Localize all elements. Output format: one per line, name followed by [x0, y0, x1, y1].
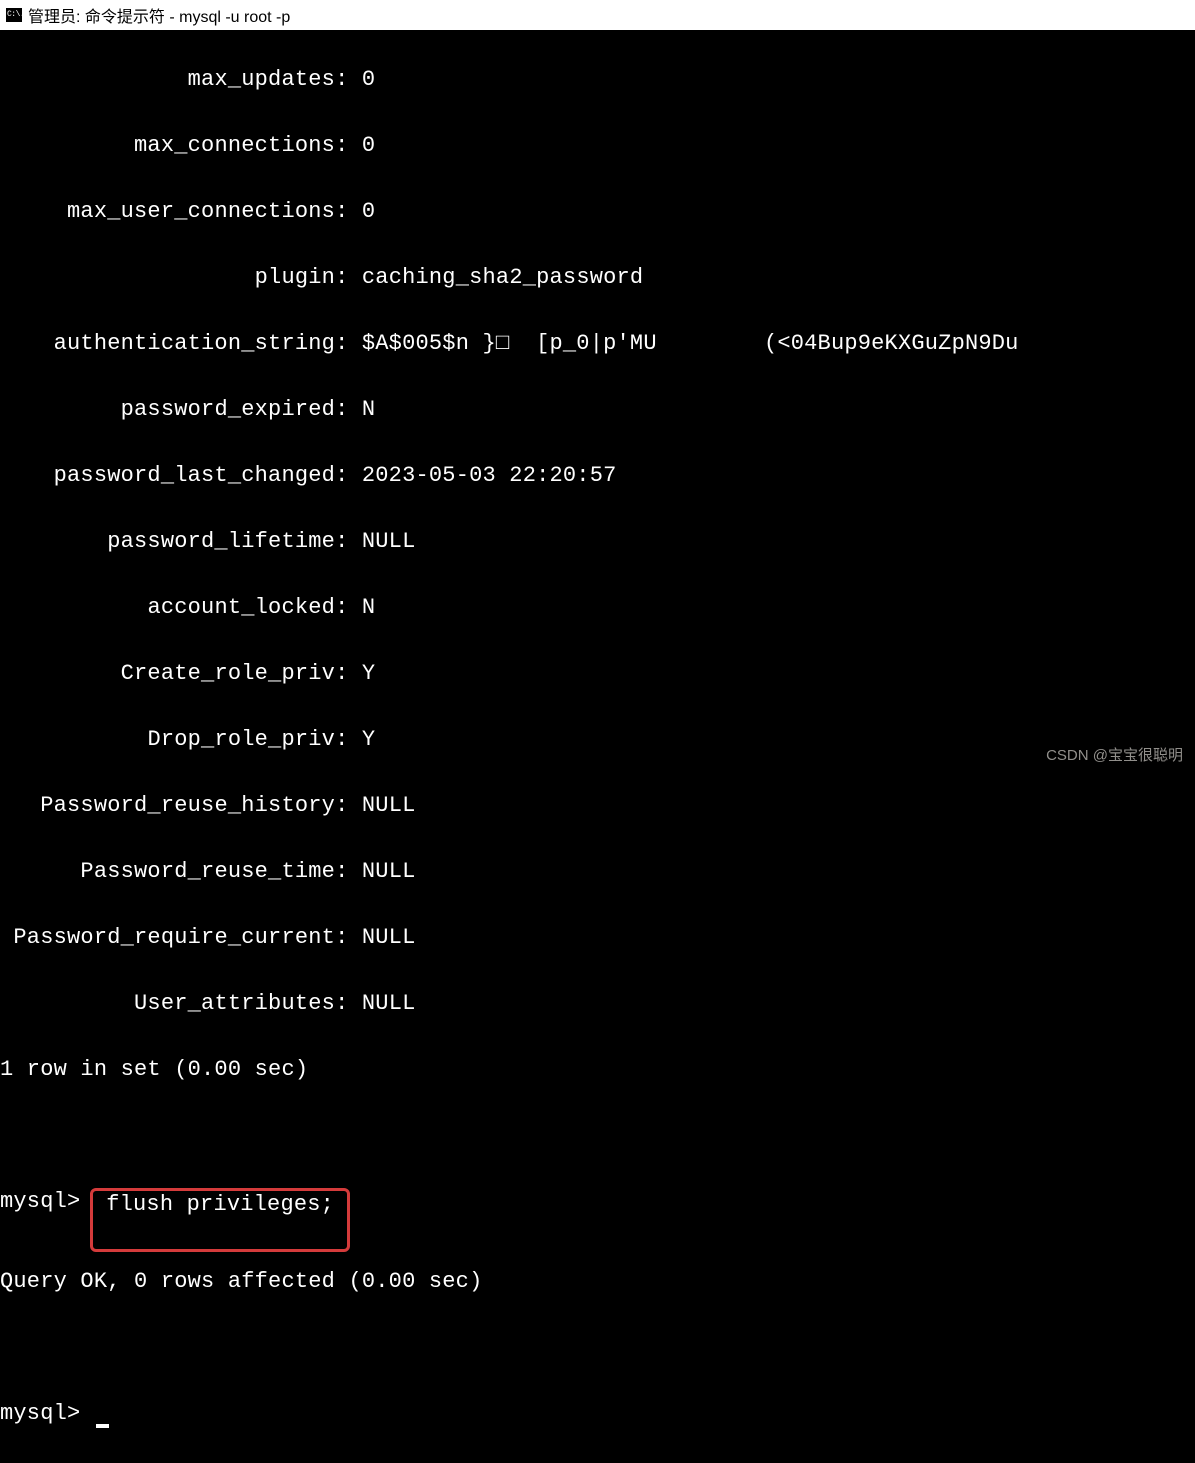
field-row: authentication_string: $A$005$n }□ [p_0|…	[0, 327, 1195, 360]
field-row: max_updates: 0	[0, 63, 1195, 96]
window-titlebar[interactable]: C:\. 管理员: 命令提示符 - mysql -u root -p	[0, 0, 1195, 30]
field-row: Password_reuse_history: NULL	[0, 789, 1195, 822]
field-row: account_locked: N	[0, 591, 1195, 624]
field-row: password_lifetime: NULL	[0, 525, 1195, 558]
blank-line	[0, 1119, 1195, 1152]
watermark: CSDN @宝宝很聪明	[1046, 744, 1183, 765]
highlighted-command: flush privileges;	[90, 1188, 351, 1252]
mysql-prompt: mysql>	[0, 1401, 94, 1426]
prompt-line: mysql> flush privileges;	[0, 1185, 1195, 1232]
terminal-output[interactable]: max_updates: 0 max_connections: 0 max_us…	[0, 30, 1195, 1463]
cursor	[96, 1424, 109, 1428]
window-title: 管理员: 命令提示符 - mysql -u root -p	[28, 3, 290, 27]
field-row: Drop_role_priv: Y	[0, 723, 1195, 756]
field-row: password_expired: N	[0, 393, 1195, 426]
cmd-icon: C:\.	[6, 8, 22, 22]
query-result: Query OK, 0 rows affected (0.00 sec)	[0, 1265, 1195, 1298]
field-row: plugin: caching_sha2_password	[0, 261, 1195, 294]
field-row: Create_role_priv: Y	[0, 657, 1195, 690]
field-row: max_connections: 0	[0, 129, 1195, 162]
field-row: Password_reuse_time: NULL	[0, 855, 1195, 888]
field-row: User_attributes: NULL	[0, 987, 1195, 1020]
result-summary: 1 row in set (0.00 sec)	[0, 1053, 1195, 1086]
prompt-line[interactable]: mysql>	[0, 1397, 1195, 1430]
field-row: Password_require_current: NULL	[0, 921, 1195, 954]
blank-line	[0, 1331, 1195, 1364]
field-row: password_last_changed: 2023-05-03 22:20:…	[0, 459, 1195, 492]
mysql-prompt: mysql>	[0, 1189, 94, 1214]
field-row: max_user_connections: 0	[0, 195, 1195, 228]
